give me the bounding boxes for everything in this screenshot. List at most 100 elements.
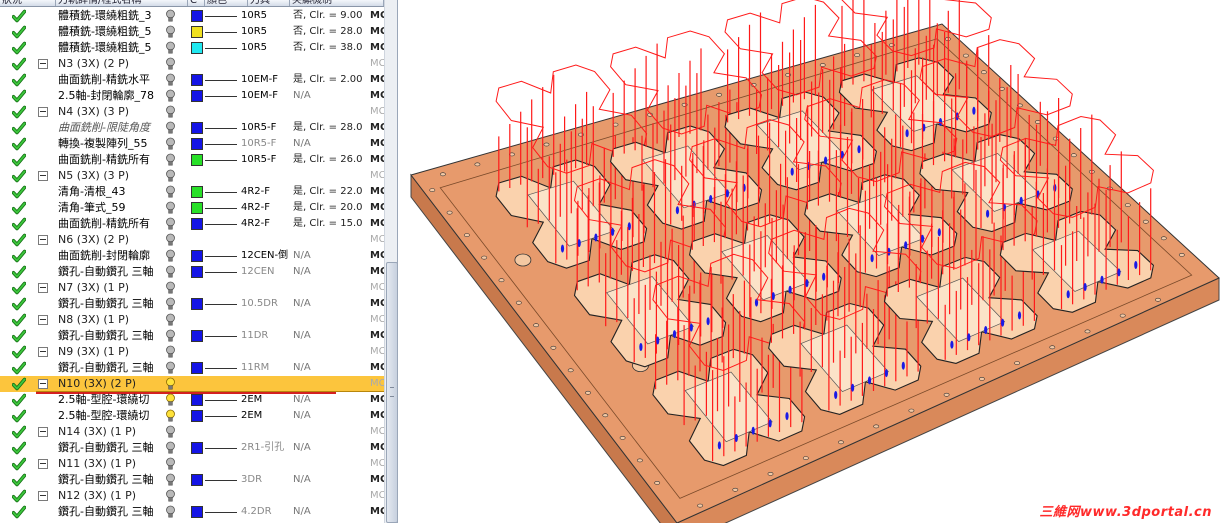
visibility-bulb-icon[interactable] bbox=[165, 457, 176, 471]
visibility-bulb-icon[interactable] bbox=[165, 329, 176, 343]
visibility-bulb-icon[interactable] bbox=[165, 121, 176, 135]
tree-operation-row[interactable]: 2.5軸-封閉輪廓_78 10EM-F N/A MC bbox=[0, 88, 384, 104]
toolpath-color-swatch[interactable] bbox=[191, 266, 203, 278]
collapse-minus-icon[interactable] bbox=[38, 235, 48, 245]
visibility-bulb-icon[interactable] bbox=[165, 249, 176, 263]
toolpath-color-swatch[interactable] bbox=[191, 474, 203, 486]
tree-group-row[interactable]: N3 (3X) (2 P) MC bbox=[0, 56, 384, 72]
tree-operation-row[interactable]: 曲面銑削-限陡角度 10R5-F 是, Clr. = 28.0 MC bbox=[0, 120, 384, 136]
visibility-bulb-icon[interactable] bbox=[165, 41, 176, 55]
visibility-bulb-icon[interactable] bbox=[165, 137, 176, 151]
visibility-bulb-icon[interactable] bbox=[165, 89, 176, 103]
tree-group-row[interactable]: N10 (3X) (2 P) MC bbox=[0, 376, 384, 394]
collapse-minus-icon[interactable] bbox=[38, 347, 48, 357]
visibility-bulb-icon[interactable] bbox=[165, 393, 176, 407]
visibility-bulb-icon[interactable] bbox=[165, 233, 176, 247]
tree-operation-row[interactable]: 體積銑-環繞粗銑_5 10R5 否, Clr. = 28.0 MC bbox=[0, 24, 384, 40]
visibility-bulb-icon[interactable] bbox=[165, 345, 176, 359]
tree-group-row[interactable]: N11 (3X) (1 P) MC bbox=[0, 456, 384, 472]
tree-group-row[interactable]: N4 (3X) (3 P) MC bbox=[0, 104, 384, 120]
collapse-minus-icon[interactable] bbox=[38, 459, 48, 469]
toolpath-color-swatch[interactable] bbox=[191, 506, 203, 518]
operations-tree-panel[interactable]: 狀況 刀軌詳情/程式名稱 C 顏色 刀具 突顯機制 體積銑-環繞粗銑_3 10R5 否, Cl… bbox=[0, 0, 398, 523]
toolpath-color-swatch[interactable] bbox=[191, 218, 203, 230]
toolpath-color-swatch[interactable] bbox=[191, 410, 203, 422]
toolpath-color-swatch[interactable] bbox=[191, 154, 203, 166]
tree-group-row[interactable]: N8 (3X) (1 P) MC bbox=[0, 312, 384, 328]
toolpath-color-swatch[interactable] bbox=[191, 186, 203, 198]
toolpath-color-swatch[interactable] bbox=[191, 122, 203, 134]
collapse-minus-icon[interactable] bbox=[38, 107, 48, 117]
visibility-bulb-icon[interactable] bbox=[165, 377, 176, 391]
tree-group-row[interactable]: N9 (3X) (1 P) MC bbox=[0, 344, 384, 360]
tree-vertical-scrollbar[interactable] bbox=[384, 0, 397, 523]
column-header-c[interactable]: C bbox=[188, 0, 205, 6]
visibility-bulb-icon[interactable] bbox=[165, 217, 176, 231]
visibility-bulb-icon[interactable] bbox=[165, 9, 176, 23]
tree-operation-row[interactable]: 曲面銑削-封閉輪廓 12CEN-倒 N/A MC bbox=[0, 248, 384, 264]
tree-operation-row[interactable]: 2.5軸-型腔-環繞切 2EM N/A MC bbox=[0, 392, 384, 408]
scrollbar-thumb[interactable] bbox=[386, 262, 397, 523]
column-header-status[interactable]: 狀況 bbox=[0, 0, 56, 6]
collapse-minus-icon[interactable] bbox=[38, 427, 48, 437]
toolpath-color-swatch[interactable] bbox=[191, 362, 203, 374]
tree-operation-row[interactable]: 轉換-複製陣列_55 10R5-F N/A MC bbox=[0, 136, 384, 152]
tree-operation-row[interactable]: 曲面銑削-精銑水平 10EM-F 是, Clr. = 2.00 MC bbox=[0, 72, 384, 88]
visibility-bulb-icon[interactable] bbox=[165, 265, 176, 279]
tree-group-row[interactable]: N5 (3X) (3 P) MC bbox=[0, 168, 384, 184]
tree-group-row[interactable]: N7 (3X) (1 P) MC bbox=[0, 280, 384, 296]
visibility-bulb-icon[interactable] bbox=[165, 489, 176, 503]
visibility-bulb-icon[interactable] bbox=[165, 297, 176, 311]
tree-operation-row[interactable]: 清角-筆式_59 4R2-F 是, Clr. = 20.0 MC bbox=[0, 200, 384, 216]
tree-group-row[interactable]: N6 (3X) (2 P) MC bbox=[0, 232, 384, 248]
toolpath-color-swatch[interactable] bbox=[191, 394, 203, 406]
toolpath-color-swatch[interactable] bbox=[191, 74, 203, 86]
visibility-bulb-icon[interactable] bbox=[165, 409, 176, 423]
column-header-tool[interactable]: 刀具 bbox=[248, 0, 290, 6]
visibility-bulb-icon[interactable] bbox=[165, 73, 176, 87]
toolpath-color-swatch[interactable] bbox=[191, 90, 203, 102]
tree-operation-row[interactable]: 曲面銑削-精銑所有 10R5-F 是, Clr. = 26.0 MC bbox=[0, 152, 384, 168]
collapse-minus-icon[interactable] bbox=[38, 59, 48, 69]
visibility-bulb-icon[interactable] bbox=[165, 169, 176, 183]
collapse-minus-icon[interactable] bbox=[38, 491, 48, 501]
toolpath-color-swatch[interactable] bbox=[191, 442, 203, 454]
tree-operation-row[interactable]: 鑽孔-自動鑽孔 三軸 2R1-引孔 N/A MC bbox=[0, 440, 384, 456]
column-header-feature[interactable]: 突顯機制 bbox=[290, 0, 384, 6]
visibility-bulb-icon[interactable] bbox=[165, 185, 176, 199]
visibility-bulb-icon[interactable] bbox=[165, 441, 176, 455]
toolpath-color-swatch[interactable] bbox=[191, 138, 203, 150]
visibility-bulb-icon[interactable] bbox=[165, 361, 176, 375]
collapse-minus-icon[interactable] bbox=[38, 171, 48, 181]
visibility-bulb-icon[interactable] bbox=[165, 425, 176, 439]
column-header-name[interactable]: 刀軌詳情/程式名稱 bbox=[56, 0, 188, 6]
toolpath-color-swatch[interactable] bbox=[191, 26, 203, 38]
column-header-color[interactable]: 顏色 bbox=[205, 0, 248, 6]
tree-group-row[interactable]: N12 (3X) (1 P) MC bbox=[0, 488, 384, 504]
tree-operation-row[interactable]: 鑽孔-自動鑽孔 三軸 12CEN N/A MC bbox=[0, 264, 384, 280]
3d-viewport[interactable]: 三維网www.3dportal.cn bbox=[399, 0, 1220, 523]
tree-operation-row[interactable]: 鑽孔-自動鑽孔 三軸 3DR N/A MC bbox=[0, 472, 384, 488]
tree-operation-row[interactable]: 清角-清根_43 4R2-F 是, Clr. = 22.0 MC bbox=[0, 184, 384, 200]
visibility-bulb-icon[interactable] bbox=[165, 105, 176, 119]
toolpath-color-swatch[interactable] bbox=[191, 250, 203, 262]
toolpath-color-swatch[interactable] bbox=[191, 10, 203, 22]
toolpath-color-swatch[interactable] bbox=[191, 330, 203, 342]
tree-operation-row[interactable]: 鑽孔-自動鑽孔 三軸 10.5DR N/A MC bbox=[0, 296, 384, 312]
collapse-minus-icon[interactable] bbox=[38, 283, 48, 293]
visibility-bulb-icon[interactable] bbox=[165, 313, 176, 327]
visibility-bulb-icon[interactable] bbox=[165, 57, 176, 71]
collapse-minus-icon[interactable] bbox=[38, 315, 48, 325]
tree-operation-row[interactable]: 鑽孔-自動鑽孔 三軸 11DR N/A MC bbox=[0, 328, 384, 344]
toolpath-color-swatch[interactable] bbox=[191, 298, 203, 310]
toolpath-color-swatch[interactable] bbox=[191, 42, 203, 54]
tree-operation-row[interactable]: 鑽孔-自動鑽孔 三軸 11RM N/A MC bbox=[0, 360, 384, 376]
collapse-minus-icon[interactable] bbox=[38, 379, 48, 389]
toolpath-color-swatch[interactable] bbox=[191, 202, 203, 214]
tree-operation-row[interactable]: 體積銑-環繞粗銑_3 10R5 否, Clr. = 9.00 MC bbox=[0, 8, 384, 24]
visibility-bulb-icon[interactable] bbox=[165, 153, 176, 167]
visibility-bulb-icon[interactable] bbox=[165, 25, 176, 39]
visibility-bulb-icon[interactable] bbox=[165, 201, 176, 215]
tree-operation-row[interactable]: 鑽孔-自動鑽孔 三軸 4.2DR N/A MC bbox=[0, 504, 384, 520]
tree-operation-row[interactable]: 曲面銑削-精銑所有 4R2-F 是, Clr. = 15.0 MC bbox=[0, 216, 384, 232]
